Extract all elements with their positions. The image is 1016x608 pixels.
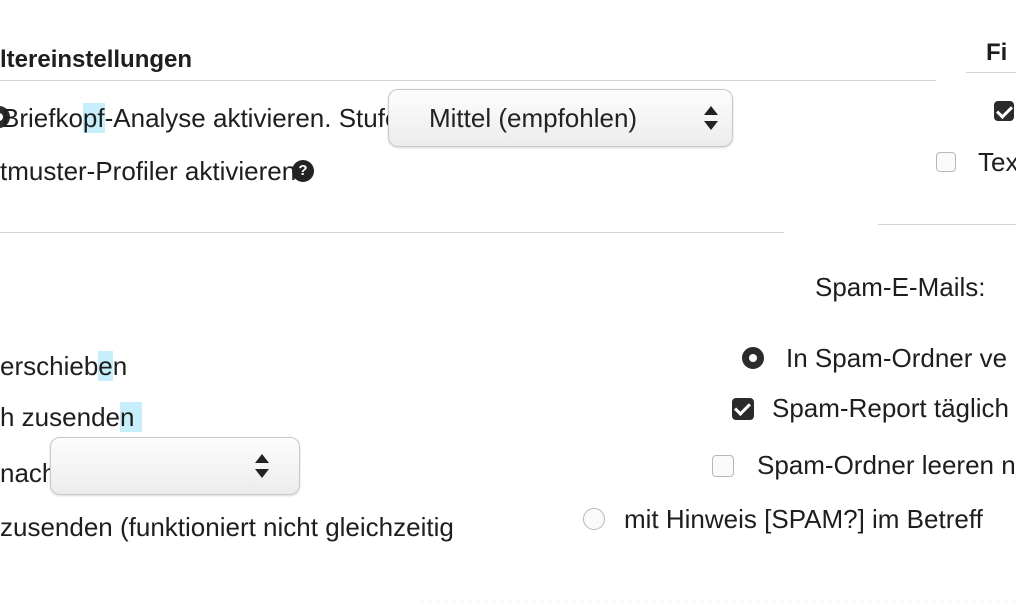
subject-hint-radio[interactable] bbox=[583, 508, 605, 530]
header-divider bbox=[0, 80, 936, 81]
right-checkbox-checked[interactable] bbox=[994, 101, 1014, 121]
spam-emails-label: Spam-E-Mails: bbox=[815, 272, 986, 302]
daily-report-text: h zusenden bbox=[0, 402, 143, 432]
right-header: Fi bbox=[986, 39, 1008, 66]
select-arrows-icon bbox=[255, 454, 269, 478]
move-to-spam-text: erschieben bbox=[0, 351, 128, 381]
after-select[interactable] bbox=[50, 437, 300, 495]
bottom-dotted-divider bbox=[418, 600, 1016, 602]
textmuster-label: tmuster-Profiler aktivieren bbox=[0, 156, 297, 186]
empty-spam-checkbox[interactable] bbox=[712, 455, 734, 477]
filter-settings-header: ltereinstellungen bbox=[0, 46, 193, 73]
right-header-divider bbox=[966, 72, 1016, 73]
section-divider-left bbox=[0, 232, 784, 233]
briefkopf-label: Briefkopf-Analyse aktivieren. Stufe: bbox=[2, 103, 407, 133]
move-spam-radio[interactable] bbox=[742, 347, 764, 369]
spam-report-checkbox[interactable] bbox=[732, 398, 754, 420]
move-spam-label: In Spam-Ordner ve bbox=[786, 343, 1008, 373]
level-select[interactable]: Mittel (empfohlen) bbox=[388, 89, 733, 147]
send-notice-text: zusenden (funktioniert nicht gleichzeiti… bbox=[0, 512, 454, 542]
empty-spam-label: Spam-Ordner leeren n bbox=[757, 450, 1016, 480]
textmuster-right-label: Text bbox=[978, 147, 1016, 177]
section-divider-right bbox=[878, 224, 1016, 225]
textmuster-checkbox[interactable] bbox=[936, 152, 956, 172]
spam-report-label: Spam-Report täglich bbox=[772, 393, 1009, 423]
level-select-value: Mittel (empfohlen) bbox=[429, 103, 638, 133]
subject-hint-label: mit Hinweis [SPAM?] im Betreff bbox=[624, 504, 983, 534]
help-icon[interactable]: ? bbox=[292, 160, 314, 182]
select-arrows-icon bbox=[704, 106, 718, 130]
